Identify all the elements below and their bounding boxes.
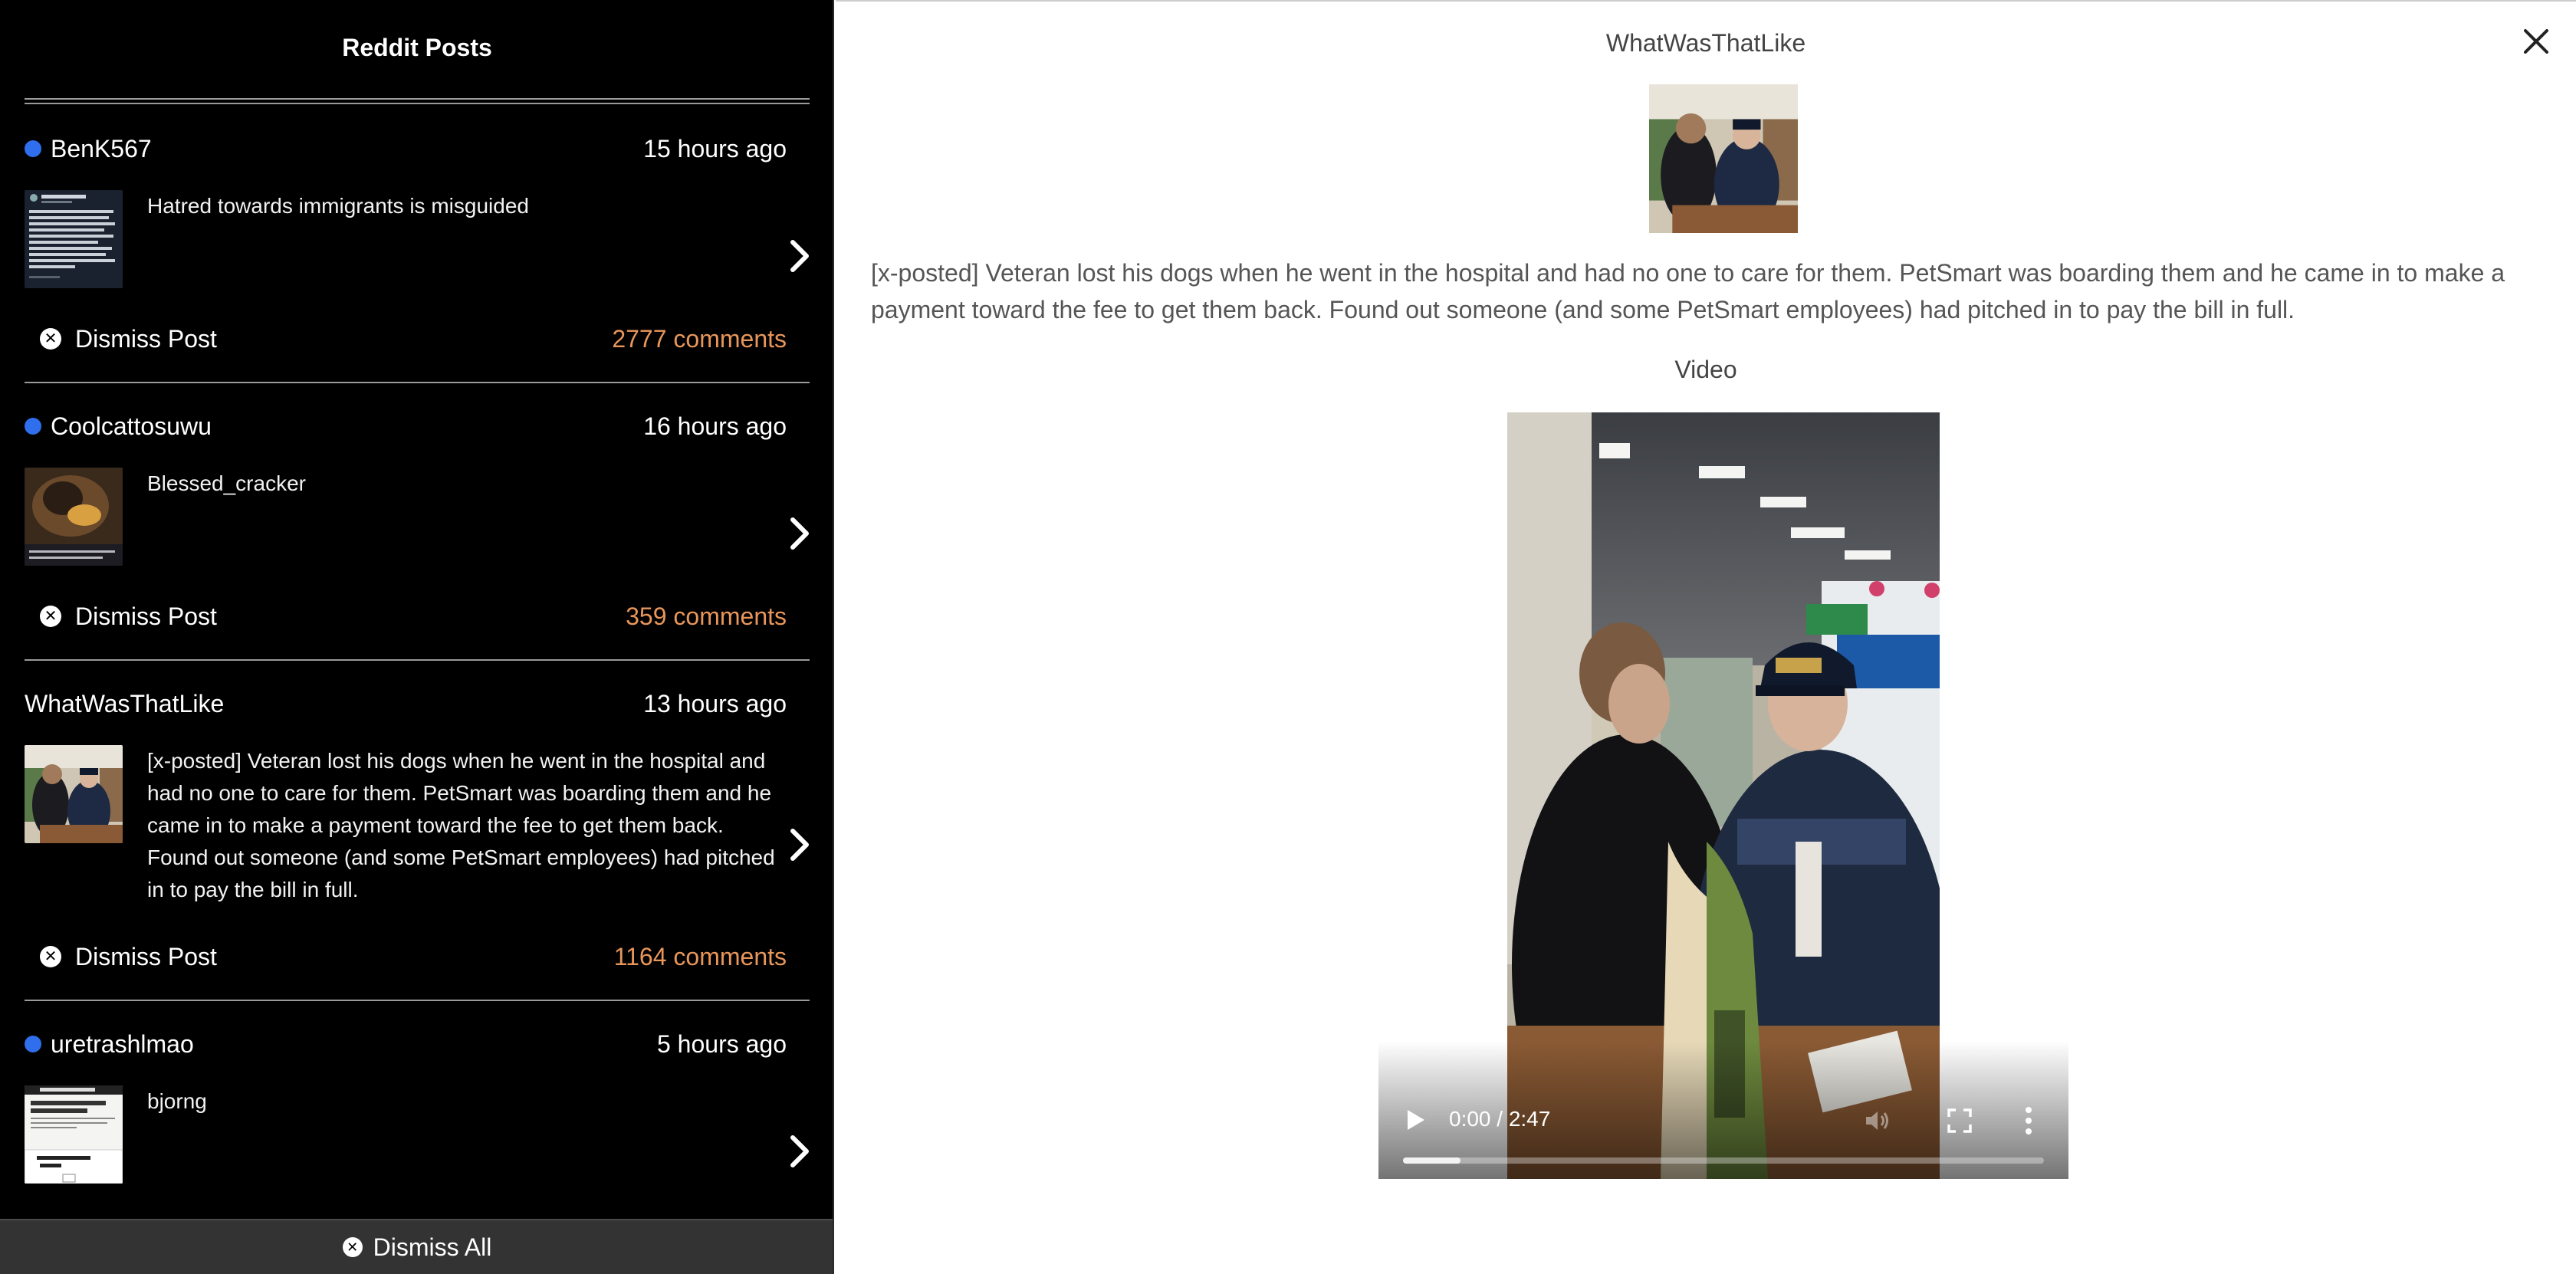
post-author-name: uretrashlmao [51, 1029, 194, 1058]
post-thumbnail[interactable] [25, 468, 123, 566]
comments-link[interactable]: 1164 comments [614, 940, 787, 974]
detail-title: WhatWasThatLike [1605, 29, 1806, 57]
chevron-right-icon[interactable] [788, 1133, 813, 1170]
post-author: WhatWasThatLike [25, 687, 224, 721]
divider [25, 659, 810, 661]
seek-buffered [1403, 1157, 1461, 1164]
post-time: 15 hours ago [643, 135, 787, 163]
close-icon[interactable] [2519, 25, 2553, 58]
dismiss-post-button[interactable]: ✕ Dismiss Post [40, 599, 217, 633]
divider [25, 98, 810, 100]
comments-link[interactable]: 359 comments [626, 599, 787, 633]
sidebar-title: Reddit Posts [342, 34, 492, 61]
post-thumbnail[interactable] [25, 745, 123, 843]
divider [25, 382, 810, 383]
post-thumbnail[interactable] [25, 1085, 123, 1184]
dismiss-x-icon: ✕ [40, 946, 61, 967]
dismiss-x-icon: ✕ [40, 606, 61, 627]
video-time: 0:00 / 2:47 [1449, 1107, 1551, 1131]
play-icon[interactable] [1406, 1108, 1426, 1131]
post-author: Coolcattosuwu [25, 409, 212, 443]
dismiss-post-label: Dismiss Post [75, 602, 217, 630]
post-title[interactable]: [x-posted] Veteran lost his dogs when he… [147, 745, 784, 906]
seek-bar[interactable] [1403, 1157, 2044, 1164]
post-thumbnail[interactable] [25, 190, 123, 288]
post-title[interactable]: Hatred towards immigrants is misguided [147, 190, 784, 222]
unread-dot [25, 418, 41, 435]
dismiss-all-button[interactable]: ✕ Dismiss All [0, 1219, 833, 1274]
post-author: BenK567 [25, 132, 152, 166]
post-time: 16 hours ago [643, 412, 787, 440]
chevron-right-icon[interactable] [788, 238, 813, 274]
unread-dot [25, 1036, 41, 1052]
dismiss-x-icon: ✕ [342, 1237, 363, 1257]
divider [25, 103, 810, 104]
dismiss-x-icon: ✕ [40, 328, 61, 350]
comments-link[interactable]: 2777 comments [612, 322, 787, 356]
post-time: 13 hours ago [643, 690, 787, 717]
reddit-sidebar: Reddit Posts BenK567 15 hours ago Hatred… [0, 0, 834, 1274]
dismiss-post-button[interactable]: ✕ Dismiss Post [40, 322, 217, 356]
fullscreen-icon[interactable] [1946, 1107, 1973, 1134]
post-title[interactable]: Blessed_cracker [147, 468, 784, 500]
dismiss-all-label: Dismiss All [373, 1233, 492, 1261]
chevron-right-icon[interactable] [788, 515, 813, 552]
post-author-name: BenK567 [51, 134, 152, 163]
post-author-name: WhatWasThatLike [25, 689, 225, 717]
dismiss-post-label: Dismiss Post [75, 942, 217, 970]
chevron-right-icon[interactable] [788, 826, 813, 863]
more-vert-icon[interactable] [2024, 1105, 2033, 1136]
unread-dot [25, 140, 41, 157]
dismiss-post-label: Dismiss Post [75, 324, 217, 353]
media-label: Video [1674, 356, 1737, 383]
post-author-name: Coolcattosuwu [51, 412, 212, 440]
divider [25, 1000, 810, 1001]
post-detail: WhatWasThatLike [x-posted] Veteran lost … [836, 0, 2576, 1274]
volume-icon[interactable] [1863, 1107, 1891, 1134]
post-title[interactable]: bjorng [147, 1085, 784, 1118]
video-player[interactable]: 0:00 / 2:47 [1378, 412, 2068, 1179]
dismiss-post-button[interactable]: ✕ Dismiss Post [40, 940, 217, 974]
post-author: uretrashlmao [25, 1027, 194, 1061]
detail-body-text: [x-posted] Veteran lost his dogs when he… [871, 259, 2505, 323]
detail-thumbnail [1649, 84, 1798, 233]
post-time: 5 hours ago [656, 1030, 787, 1058]
video-controls: 0:00 / 2:47 [1378, 1041, 2068, 1179]
